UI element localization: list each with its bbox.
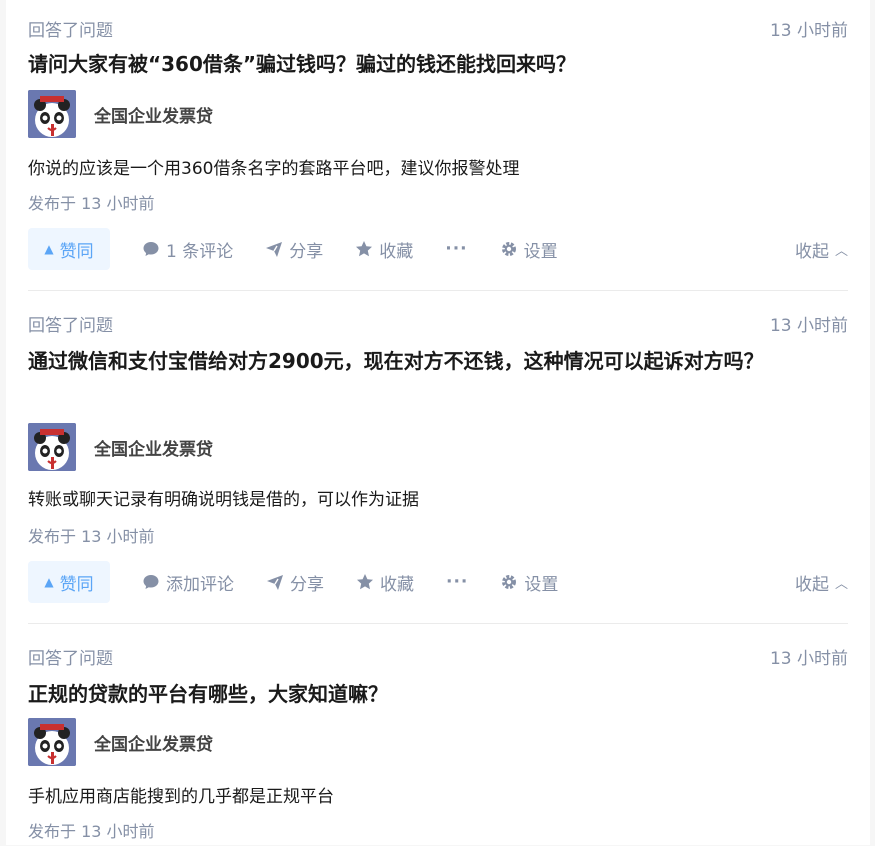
comment-label: 添加评论 bbox=[166, 574, 234, 595]
publish-time[interactable]: 发布于 13 小时前 bbox=[28, 523, 155, 547]
item-meta-row: 回答了问题 13 小时前 bbox=[28, 16, 848, 41]
collapse-label: 收起 bbox=[794, 241, 829, 262]
answer-excerpt[interactable]: 你说的应该是一个用360借条名字的套路平台吧，建议你报警处理 bbox=[28, 154, 519, 179]
collapse-button[interactable]: 收起 ︿ bbox=[795, 570, 848, 595]
gear-icon bbox=[500, 573, 518, 591]
question-title[interactable]: 正规的贷款的平台有哪些，大家知道嘛？ bbox=[28, 678, 848, 710]
panda-avatar-icon bbox=[28, 90, 76, 138]
action-bar: ▲ 赞同 1 条评论 分享 收藏 ··· 设置 收起 ︿ bbox=[28, 228, 848, 270]
favorite-button[interactable]: 收藏 bbox=[356, 570, 414, 595]
collapse-button[interactable]: 收起 ︿ bbox=[795, 237, 848, 262]
share-label: 分享 bbox=[290, 574, 324, 595]
favorite-label: 收藏 bbox=[379, 241, 414, 262]
upvote-button[interactable]: ▲ 赞同 bbox=[28, 561, 110, 603]
share-button[interactable]: 分享 bbox=[266, 570, 324, 595]
favorite-button[interactable]: 收藏 bbox=[355, 237, 413, 262]
question-title[interactable]: 通过微信和支付宝借给对方2900元，现在对方不还钱，这种情况可以起诉对方吗？ bbox=[28, 345, 808, 377]
activity-time: 13 小时前 bbox=[769, 649, 848, 669]
avatar[interactable] bbox=[28, 90, 76, 138]
publish-time[interactable]: 发布于 13 小时前 bbox=[28, 190, 155, 214]
chevron-up-icon: ︿ bbox=[834, 243, 848, 259]
author-name[interactable]: 全国企业发票贷 bbox=[94, 730, 213, 755]
more-dots-icon: ··· bbox=[445, 239, 468, 259]
avatar[interactable] bbox=[28, 718, 76, 766]
activity-label: 回答了问题 bbox=[28, 649, 113, 669]
settings-label: 设置 bbox=[524, 574, 559, 595]
avatar[interactable] bbox=[28, 423, 76, 471]
star-icon bbox=[356, 573, 374, 591]
upvote-button[interactable]: ▲ 赞同 bbox=[28, 228, 110, 270]
activity-time: 13 小时前 bbox=[769, 316, 848, 336]
comment-label: 1 条评论 bbox=[166, 241, 234, 262]
question-title[interactable]: 请问大家有被“360借条”骗过钱吗？骗过的钱还能找回来吗？ bbox=[28, 48, 848, 80]
comment-bubble-icon bbox=[142, 573, 160, 591]
collapse-label: 收起 bbox=[794, 574, 829, 595]
comment-bubble-icon bbox=[142, 240, 160, 258]
settings-button[interactable]: 设置 bbox=[500, 570, 558, 595]
publish-time[interactable]: 发布于 13 小时前 bbox=[28, 818, 155, 842]
upvote-triangle-icon: ▲ bbox=[44, 575, 54, 589]
author-name[interactable]: 全国企业发票贷 bbox=[94, 102, 213, 127]
favorite-label: 收藏 bbox=[380, 574, 414, 595]
more-button[interactable]: ··· bbox=[445, 239, 467, 259]
more-dots-icon: ··· bbox=[446, 572, 469, 592]
upvote-triangle-icon: ▲ bbox=[44, 242, 54, 256]
answer-feed: 回答了问题 13 小时前 请问大家有被“360借条”骗过钱吗？骗过的钱还能找回来… bbox=[6, 0, 870, 845]
author-name[interactable]: 全国企业发票贷 bbox=[94, 435, 213, 460]
activity-label: 回答了问题 bbox=[28, 316, 113, 336]
activity-label: 回答了问题 bbox=[28, 21, 113, 41]
answer-excerpt[interactable]: 手机应用商店能搜到的几乎都是正规平台 bbox=[28, 782, 334, 807]
answer-excerpt[interactable]: 转账或聊天记录有明确说明钱是借的，可以作为证据 bbox=[28, 485, 419, 510]
action-bar: ▲ 赞同 添加评论 分享 收藏 ··· 设置 收起 ︿ bbox=[28, 561, 848, 603]
settings-label: 设置 bbox=[523, 241, 558, 262]
activity-time: 13 小时前 bbox=[769, 21, 848, 41]
share-label: 分享 bbox=[289, 241, 324, 262]
panda-avatar-icon bbox=[28, 718, 76, 766]
comment-button[interactable]: 1 条评论 bbox=[142, 237, 233, 262]
settings-button[interactable]: 设置 bbox=[500, 237, 558, 262]
panda-avatar-icon bbox=[28, 423, 76, 471]
author-row: 全国企业发票贷 bbox=[28, 423, 213, 471]
star-icon bbox=[355, 240, 373, 258]
gear-icon bbox=[500, 240, 518, 258]
author-row: 全国企业发票贷 bbox=[28, 90, 213, 138]
comment-button[interactable]: 添加评论 bbox=[142, 570, 234, 595]
more-button[interactable]: ··· bbox=[446, 572, 468, 592]
feed-item: 回答了问题 13 小时前 正规的贷款的平台有哪些，大家知道嘛？ 全国企业发票贷 … bbox=[28, 624, 848, 846]
item-meta-row: 回答了问题 13 小时前 bbox=[28, 311, 848, 336]
share-paper-plane-icon bbox=[266, 573, 284, 591]
item-meta-row: 回答了问题 13 小时前 bbox=[28, 644, 848, 669]
author-row: 全国企业发票贷 bbox=[28, 718, 213, 766]
feed-item: 回答了问题 13 小时前 通过微信和支付宝借给对方2900元，现在对方不还钱，这… bbox=[28, 291, 848, 624]
feed-item: 回答了问题 13 小时前 请问大家有被“360借条”骗过钱吗？骗过的钱还能找回来… bbox=[28, 0, 848, 291]
chevron-up-icon: ︿ bbox=[834, 576, 848, 592]
upvote-label: 赞同 bbox=[59, 241, 94, 262]
share-paper-plane-icon bbox=[265, 240, 283, 258]
upvote-label: 赞同 bbox=[59, 574, 94, 595]
share-button[interactable]: 分享 bbox=[265, 237, 323, 262]
